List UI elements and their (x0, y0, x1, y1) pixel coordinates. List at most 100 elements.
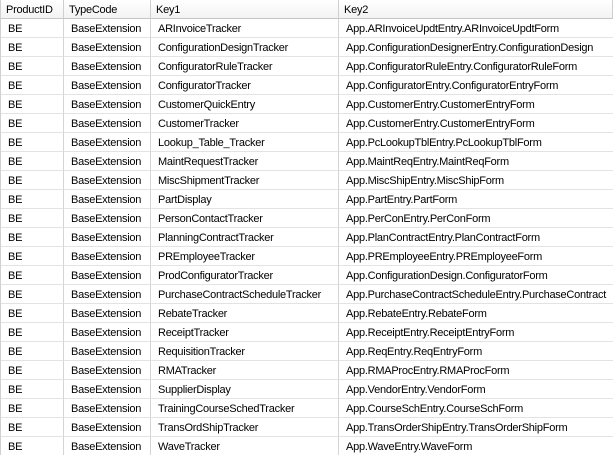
cell-productid[interactable]: BE (1, 114, 64, 133)
column-header-key2[interactable]: Key2 (339, 0, 613, 19)
cell-key2[interactable]: App.CustomerEntry.CustomerEntryForm (339, 95, 613, 114)
cell-key1[interactable]: TrainingCourseSchedTracker (151, 399, 339, 418)
cell-typecode[interactable]: BaseExtension (64, 418, 151, 437)
cell-key2[interactable]: App.MaintReqEntry.MaintReqForm (339, 152, 613, 171)
cell-key1[interactable]: WaveTracker (151, 437, 339, 455)
cell-key1[interactable]: TransOrdShipTracker (151, 418, 339, 437)
cell-productid[interactable]: BE (1, 304, 64, 323)
cell-typecode[interactable]: BaseExtension (64, 266, 151, 285)
cell-typecode[interactable]: BaseExtension (64, 285, 151, 304)
cell-typecode[interactable]: BaseExtension (64, 304, 151, 323)
cell-key2[interactable]: App.CourseSchEntry.CourseSchForm (339, 399, 613, 418)
cell-productid[interactable]: BE (1, 209, 64, 228)
cell-key2[interactable]: App.ConfigurationDesignerEntry.Configura… (339, 38, 613, 57)
table-row: BE BaseExtension ConfiguratorTracker App.Co… (1, 76, 613, 95)
cell-key1[interactable]: PartDisplay (151, 190, 339, 209)
cell-key2[interactable]: App.PurchaseContractScheduleEntry.Purcha… (339, 285, 613, 304)
cell-typecode[interactable]: BaseExtension (64, 342, 151, 361)
cell-typecode[interactable]: BaseExtension (64, 171, 151, 190)
cell-typecode[interactable]: BaseExtension (64, 380, 151, 399)
cell-typecode[interactable]: BaseExtension (64, 76, 151, 95)
cell-productid[interactable]: BE (1, 57, 64, 76)
cell-key2[interactable]: App.PcLookupTblEntry.PcLookupTblForm (339, 133, 613, 152)
cell-productid[interactable]: BE (1, 190, 64, 209)
cell-key1[interactable]: ConfiguratorRuleTracker (151, 57, 339, 76)
cell-key1[interactable]: ProdConfiguratorTracker (151, 266, 339, 285)
cell-key1[interactable]: PREmployeeTracker (151, 247, 339, 266)
table-row: BE BaseExtension TransOrdShipTracker App.Tr… (1, 418, 613, 437)
cell-key1[interactable]: PurchaseContractScheduleTracker (151, 285, 339, 304)
column-header-productid[interactable]: ProductID (1, 0, 64, 19)
column-header-typecode[interactable]: TypeCode (64, 0, 151, 19)
cell-key2[interactable]: App.PREmployeeEntry.PREmployeeForm (339, 247, 613, 266)
cell-key2[interactable]: App.PartEntry.PartForm (339, 190, 613, 209)
cell-key1[interactable]: ConfigurationDesignTracker (151, 38, 339, 57)
cell-key1[interactable]: Lookup_Table_Tracker (151, 133, 339, 152)
cell-key2[interactable]: App.ConfigurationDesign.ConfiguratorForm (339, 266, 613, 285)
cell-typecode[interactable]: BaseExtension (64, 152, 151, 171)
cell-key1[interactable]: CustomerQuickEntry (151, 95, 339, 114)
cell-productid[interactable]: BE (1, 437, 64, 455)
cell-key1[interactable]: RebateTracker (151, 304, 339, 323)
cell-typecode[interactable]: BaseExtension (64, 399, 151, 418)
cell-productid[interactable]: BE (1, 380, 64, 399)
cell-productid[interactable]: BE (1, 266, 64, 285)
cell-productid[interactable]: BE (1, 19, 64, 38)
cell-key2[interactable]: App.VendorEntry.VendorForm (339, 380, 613, 399)
cell-typecode[interactable]: BaseExtension (64, 361, 151, 380)
cell-productid[interactable]: BE (1, 361, 64, 380)
cell-productid[interactable]: BE (1, 133, 64, 152)
cell-key2[interactable]: App.ReceiptEntry.ReceiptEntryForm (339, 323, 613, 342)
cell-key1[interactable]: PlanningContractTracker (151, 228, 339, 247)
cell-key1[interactable]: ReceiptTracker (151, 323, 339, 342)
cell-key2[interactable]: App.PlanContractEntry.PlanContractForm (339, 228, 613, 247)
cell-key1[interactable]: SupplierDisplay (151, 380, 339, 399)
cell-typecode[interactable]: BaseExtension (64, 209, 151, 228)
cell-typecode[interactable]: BaseExtension (64, 190, 151, 209)
cell-key2[interactable]: App.RMAProcEntry.RMAProcForm (339, 361, 613, 380)
cell-productid[interactable]: BE (1, 285, 64, 304)
cell-typecode[interactable]: BaseExtension (64, 114, 151, 133)
cell-key2[interactable]: App.CustomerEntry.CustomerEntryForm (339, 114, 613, 133)
cell-typecode[interactable]: BaseExtension (64, 133, 151, 152)
cell-key2[interactable]: App.MiscShipEntry.MiscShipForm (339, 171, 613, 190)
cell-productid[interactable]: BE (1, 418, 64, 437)
cell-key1[interactable]: ARInvoiceTracker (151, 19, 339, 38)
cell-key2[interactable]: App.ConfiguratorRuleEntry.ConfiguratorRu… (339, 57, 613, 76)
cell-typecode[interactable]: BaseExtension (64, 95, 151, 114)
cell-typecode[interactable]: BaseExtension (64, 38, 151, 57)
cell-productid[interactable]: BE (1, 171, 64, 190)
cell-key2[interactable]: App.ReqEntry.ReqEntryForm (339, 342, 613, 361)
cell-productid[interactable]: BE (1, 323, 64, 342)
cell-typecode[interactable]: BaseExtension (64, 57, 151, 76)
cell-productid[interactable]: BE (1, 38, 64, 57)
cell-key2[interactable]: App.ConfiguratorEntry.ConfiguratorEntryF… (339, 76, 613, 95)
cell-key1[interactable]: MaintRequestTracker (151, 152, 339, 171)
cell-productid[interactable]: BE (1, 342, 64, 361)
cell-key2[interactable]: App.PerConEntry.PerConForm (339, 209, 613, 228)
cell-typecode[interactable]: BaseExtension (64, 228, 151, 247)
cell-productid[interactable]: BE (1, 228, 64, 247)
cell-typecode[interactable]: BaseExtension (64, 437, 151, 455)
cell-key2[interactable]: App.ARInvoiceUpdtEntry.ARInvoiceUpdtForm (339, 19, 613, 38)
cell-productid[interactable]: BE (1, 247, 64, 266)
cell-productid[interactable]: BE (1, 95, 64, 114)
cell-key1[interactable]: ConfiguratorTracker (151, 76, 339, 95)
cell-key1[interactable]: RMATracker (151, 361, 339, 380)
cell-key2[interactable]: App.WaveEntry.WaveForm (339, 437, 613, 455)
cell-typecode[interactable]: BaseExtension (64, 19, 151, 38)
cell-key2[interactable]: App.RebateEntry.RebateForm (339, 304, 613, 323)
cell-productid[interactable]: BE (1, 76, 64, 95)
column-header-key1[interactable]: Key1 (151, 0, 339, 19)
table-row: BE BaseExtension PartDisplay App.PartEntry.… (1, 190, 613, 209)
cell-typecode[interactable]: BaseExtension (64, 247, 151, 266)
cell-key2[interactable]: App.TransOrderShipEntry.TransOrderShipFo… (339, 418, 613, 437)
table-row: BE BaseExtension TrainingCourseSchedTracke… (1, 399, 613, 418)
cell-key1[interactable]: RequisitionTracker (151, 342, 339, 361)
cell-key1[interactable]: PersonContactTracker (151, 209, 339, 228)
cell-key1[interactable]: CustomerTracker (151, 114, 339, 133)
cell-key1[interactable]: MiscShipmentTracker (151, 171, 339, 190)
cell-productid[interactable]: BE (1, 399, 64, 418)
cell-productid[interactable]: BE (1, 152, 64, 171)
cell-typecode[interactable]: BaseExtension (64, 323, 151, 342)
